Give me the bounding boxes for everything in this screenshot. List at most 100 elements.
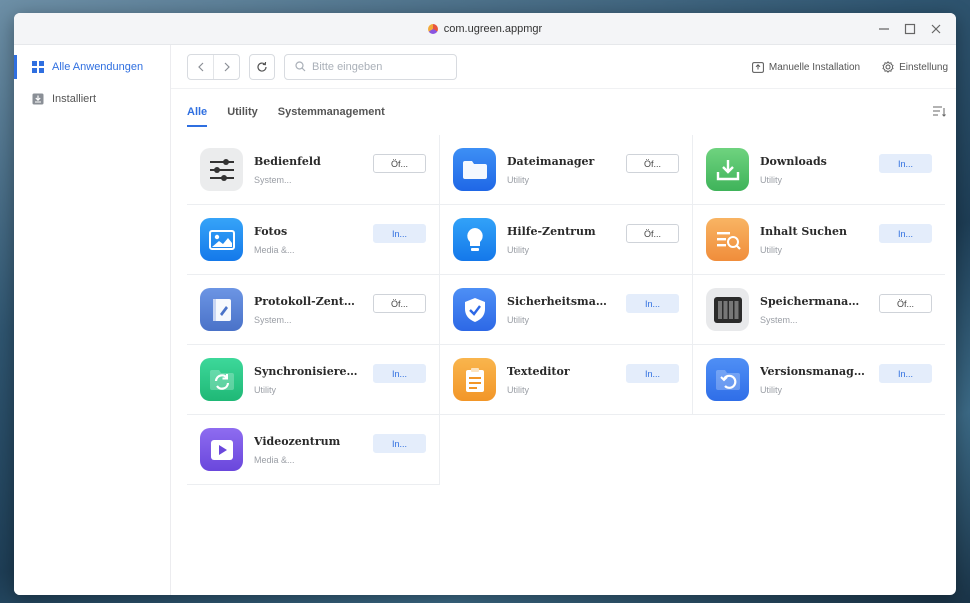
app-category: System... [760, 314, 798, 325]
open-button[interactable]: Öf... [373, 294, 426, 313]
video-play-icon [200, 428, 243, 471]
app-info: Bedienfeld System... [254, 155, 359, 185]
app-info: Inhalt Suchen Utility [760, 225, 865, 255]
app-card-fotos[interactable]: Fotos Media &... In... [187, 205, 440, 275]
app-card-speichermanager[interactable]: Speichermanager System... Öf... [693, 275, 945, 345]
app-window: com.ugreen.appmgr Alle Anwendungen Insta… [14, 13, 956, 595]
window-controls [874, 19, 946, 39]
app-info: Speichermanager System... [760, 295, 865, 325]
app-logo-icon [427, 23, 438, 34]
settings-button[interactable]: Einstellung [882, 61, 948, 73]
minimize-icon [879, 28, 889, 30]
app-name: Sicherheitsmanager [507, 294, 612, 308]
content-search-icon [706, 218, 749, 261]
app-name: Texteditor [507, 364, 570, 378]
log-book-icon [200, 288, 243, 331]
app-info: Downloads Utility [760, 155, 865, 185]
search-box [284, 53, 457, 80]
maximize-icon [904, 23, 916, 35]
category-tabs: Alle Utility Systemmanagement [171, 89, 956, 135]
notepad-icon [453, 358, 496, 401]
history-nav [187, 53, 240, 80]
tab-all[interactable]: Alle [187, 89, 208, 135]
app-card-bedienfeld[interactable]: Bedienfeld System... Öf... [187, 135, 440, 205]
install-button[interactable]: In... [373, 364, 426, 383]
app-card-protokoll-zentrum[interactable]: Protokoll-Zentrum System... Öf... [187, 275, 440, 345]
app-name: Dateimanager [507, 154, 595, 168]
window-title: com.ugreen.appmgr [443, 22, 543, 35]
download-box-icon [32, 93, 44, 105]
sidebar-item-label: Installiert [52, 93, 97, 105]
app-category: Utility [507, 314, 529, 325]
app-card-dateimanager[interactable]: Dateimanager Utility Öf... [440, 135, 693, 205]
tab-utility[interactable]: Utility [227, 89, 258, 135]
app-card-sicherheitsmanager[interactable]: Sicherheitsmanager Utility In... [440, 275, 693, 345]
app-name: Protokoll-Zentrum [254, 294, 359, 308]
app-info: Texteditor Utility [507, 365, 612, 395]
sidebar-item-label: Alle Anwendungen [52, 61, 144, 73]
install-button[interactable]: In... [626, 294, 679, 313]
chevron-left-icon [197, 62, 203, 71]
app-category: Utility [507, 174, 529, 185]
app-name: Versionsmanager [760, 364, 865, 378]
app-info: Synchronisieren & ... Utility [254, 365, 359, 395]
manual-install-button[interactable]: Manuelle Installation [752, 61, 860, 73]
app-info: Protokoll-Zentrum System... [254, 295, 359, 325]
install-button[interactable]: In... [879, 154, 932, 173]
app-category: Utility [760, 384, 782, 395]
forward-button[interactable] [213, 54, 239, 79]
app-card-downloads[interactable]: Downloads Utility In... [693, 135, 945, 205]
app-card-texteditor[interactable]: Texteditor Utility In... [440, 345, 693, 415]
install-button[interactable]: In... [879, 364, 932, 383]
app-grid: Bedienfeld System... Öf... Dateimanager … [187, 135, 945, 485]
app-name: Downloads [760, 154, 827, 168]
app-name: Speichermanager [760, 294, 865, 308]
app-category: System... [254, 314, 292, 325]
app-card-synchronisieren[interactable]: Synchronisieren & ... Utility In... [187, 345, 440, 415]
app-card-hilfe-zentrum[interactable]: Hilfe-Zentrum Utility Öf... [440, 205, 693, 275]
app-info: Videozentrum Media &... [254, 435, 359, 465]
install-button[interactable]: In... [373, 224, 426, 243]
sidebar-item-all-apps[interactable]: Alle Anwendungen [14, 55, 170, 79]
open-button[interactable]: Öf... [879, 294, 932, 313]
app-category: Media &... [254, 454, 295, 465]
toolbar-actions: Manuelle Installation Einstellung [752, 45, 948, 89]
refresh-button[interactable] [249, 53, 275, 80]
back-button[interactable] [188, 55, 213, 79]
sort-button[interactable] [932, 104, 946, 122]
open-button[interactable]: Öf... [373, 154, 426, 173]
minimize-button[interactable] [874, 19, 894, 39]
open-button[interactable]: Öf... [626, 224, 679, 243]
storage-drives-icon [706, 288, 749, 331]
tab-system-management[interactable]: Systemmanagement [278, 89, 385, 135]
app-card-inhalt-suchen[interactable]: Inhalt Suchen Utility In... [693, 205, 945, 275]
sidebar-item-installed[interactable]: Installiert [14, 87, 170, 111]
app-name: Inhalt Suchen [760, 224, 847, 238]
app-name: Videozentrum [254, 434, 341, 448]
shield-check-icon [453, 288, 496, 331]
search-input[interactable] [312, 60, 452, 73]
app-card-videozentrum[interactable]: Videozentrum Media &... In... [187, 415, 440, 485]
maximize-button[interactable] [900, 19, 920, 39]
sliders-icon [200, 148, 243, 191]
install-button[interactable]: In... [626, 364, 679, 383]
main-panel: Manuelle Installation Einstellung Alle U… [171, 45, 956, 595]
open-button[interactable]: Öf... [626, 154, 679, 173]
refresh-icon [257, 61, 267, 72]
settings-label: Einstellung [899, 61, 948, 73]
app-name: Bedienfeld [254, 154, 321, 168]
app-category: System... [254, 174, 292, 185]
upload-box-icon [752, 62, 764, 73]
install-button[interactable]: In... [373, 434, 426, 453]
sync-folder-icon [200, 358, 243, 401]
app-category: Utility [254, 384, 276, 395]
title-bar: com.ugreen.appmgr [14, 13, 956, 45]
app-card-versionsmanager[interactable]: Versionsmanager Utility In... [693, 345, 945, 415]
app-category: Utility [507, 384, 529, 395]
install-button[interactable]: In... [879, 224, 932, 243]
close-button[interactable] [926, 19, 946, 39]
app-category: Media &... [254, 244, 295, 255]
app-info: Versionsmanager Utility [760, 365, 865, 395]
toolbar: Manuelle Installation Einstellung [171, 45, 956, 89]
app-name: Synchronisieren & ... [254, 364, 359, 378]
